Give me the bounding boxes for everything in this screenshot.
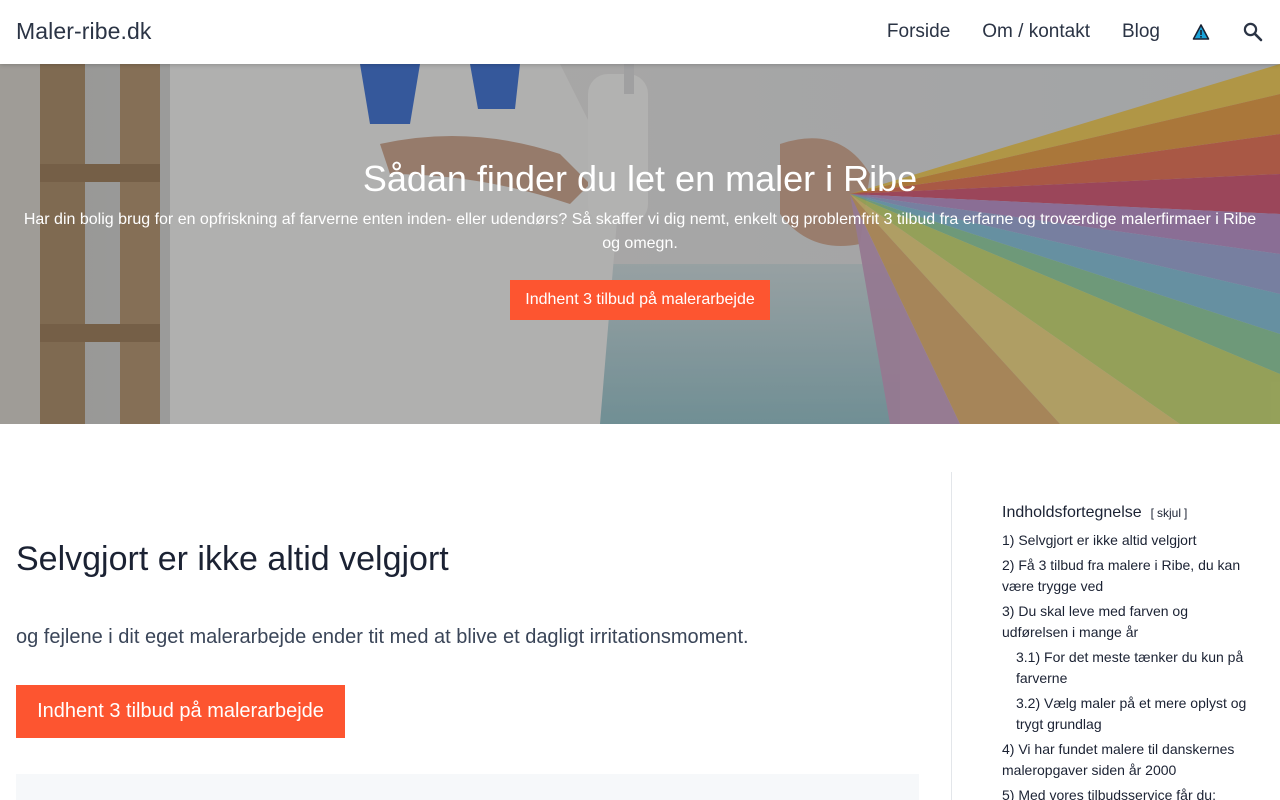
toc-item: 5) Med vores tilbudsservice får du:	[1002, 785, 1252, 800]
site-header: Maler-ribe.dk Forside Om / kontakt Blog	[0, 0, 1280, 64]
hero-description: Har din bolig brug for en opfriskning af…	[23, 211, 1257, 252]
search-icon[interactable]	[1242, 21, 1264, 43]
toc-list: 1) Selvgjort er ikke altid velgjort 2) F…	[1002, 530, 1252, 800]
toc-title: Indholdsfortegnelse	[1002, 504, 1142, 521]
content-box	[16, 774, 919, 800]
sidebar-divider	[951, 472, 952, 800]
warning-triangle-icon[interactable]	[1192, 23, 1210, 41]
toc-header: Indholdsfortegnelse [skjul]	[1002, 504, 1252, 522]
toc-link[interactable]: 2) Få 3 tilbud fra malere i Ribe, du kan…	[1002, 557, 1240, 595]
toc-toggle-open-bracket: [	[1150, 506, 1154, 520]
toc-item: 4) Vi har fundet malere til danskernes m…	[1002, 739, 1252, 782]
toc-item: 1) Selvgjort er ikke altid velgjort	[1002, 530, 1252, 552]
toc-subitem: 3.1) For det meste tænker du kun på farv…	[1002, 647, 1252, 690]
section-heading: Selvgjort er ikke altid velgjort	[16, 540, 449, 578]
toc-item: 2) Få 3 tilbud fra malere i Ribe, du kan…	[1002, 555, 1252, 598]
main-nav: Forside Om / kontakt Blog	[887, 0, 1280, 64]
main-cta-button[interactable]: Indhent 3 tilbud på malerarbejde	[16, 685, 345, 738]
toc-subitem: 3.2) Vælg maler på et mere oplyst og try…	[1002, 693, 1252, 736]
toc-link[interactable]: 3.1) For det meste tænker du kun på farv…	[1016, 649, 1243, 687]
toc-link[interactable]: 5) Med vores tilbudsservice får du:	[1002, 787, 1216, 800]
hero-title: Sådan finder du let en maler i Ribe	[362, 158, 918, 199]
nav-item-om-kontakt[interactable]: Om / kontakt	[982, 21, 1090, 43]
toc-hide-link[interactable]: skjul	[1157, 506, 1181, 520]
toc-toggle-close-bracket: ]	[1184, 506, 1188, 520]
hero-banner: Sådan finder du let en maler i Ribe Har …	[0, 64, 1280, 424]
toc-item: 3) Du skal leve med farven og udførelsen…	[1002, 601, 1252, 644]
site-logo[interactable]: Maler-ribe.dk	[16, 18, 152, 45]
nav-item-forside[interactable]: Forside	[887, 21, 950, 43]
section-lead-text: og fejlene i dit eget malerarbejde ender…	[16, 626, 749, 648]
toc-link[interactable]: 3) Du skal leve med farven og udførelsen…	[1002, 603, 1188, 641]
toc-link[interactable]: 1) Selvgjort er ikke altid velgjort	[1002, 532, 1197, 548]
toc-toggle: [skjul]	[1151, 506, 1188, 520]
toc-link[interactable]: 4) Vi har fundet malere til danskernes m…	[1002, 741, 1234, 779]
hero-cta-button[interactable]: Indhent 3 tilbud på malerarbejde	[510, 280, 770, 320]
table-of-contents: Indholdsfortegnelse [skjul] 1) Selvgjort…	[1002, 504, 1252, 800]
nav-item-blog[interactable]: Blog	[1122, 21, 1160, 43]
toc-link[interactable]: 3.2) Vælg maler på et mere oplyst og try…	[1016, 695, 1246, 733]
